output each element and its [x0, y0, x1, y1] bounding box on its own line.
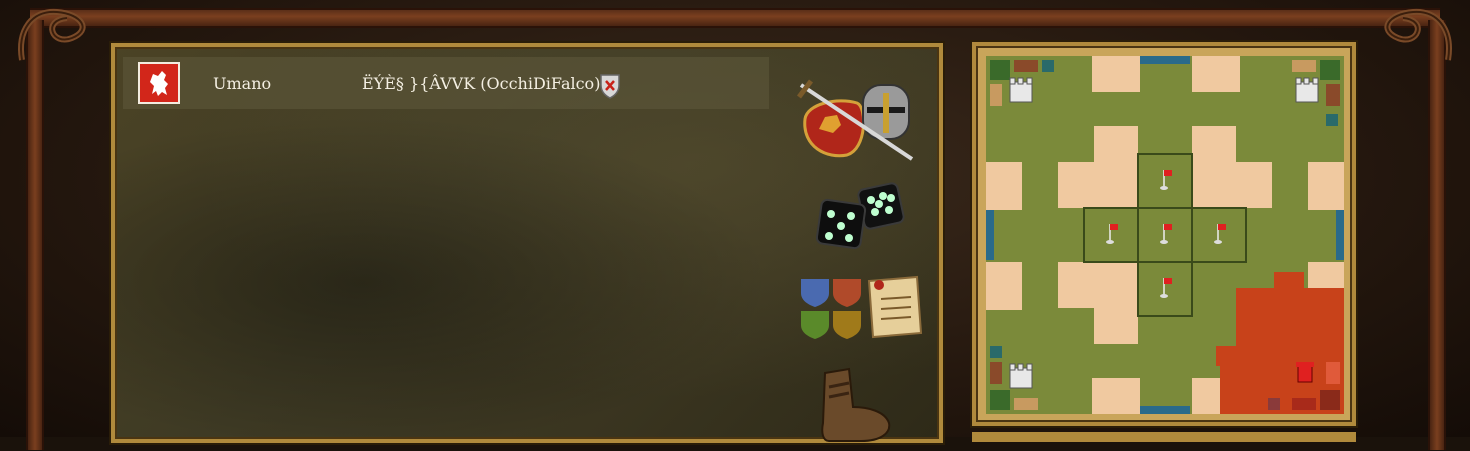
battle-options-button[interactable] — [797, 79, 917, 164]
lion-rampant-icon — [150, 71, 168, 96]
lobby-players-panel: Umano ËÝÈ§ }{ÂVVK (OcchiDiFalco) — [111, 43, 943, 443]
random-settings-button[interactable] — [813, 182, 908, 252]
sword-helmet-shield-icon — [797, 79, 914, 161]
leave-game-button[interactable] — [815, 367, 895, 447]
faction-shields-scroll-icon — [801, 275, 923, 339]
celtic-knot-corner-icon — [18, 8, 86, 61]
castle-icon — [1009, 363, 1033, 389]
red-tower-icon — [1296, 362, 1314, 383]
wooden-frame-left-post — [26, 20, 44, 450]
shield-x-icon — [600, 74, 620, 99]
wooden-frame-top-beam — [30, 8, 1440, 28]
settings-panel-top-edge — [972, 432, 1356, 442]
castle-icon — [1295, 77, 1319, 103]
celtic-knot-corner-icon — [1384, 8, 1452, 61]
dice-icon — [815, 182, 905, 250]
player-name: Umano — [213, 74, 272, 93]
wooden-frame-right-post — [1428, 20, 1446, 450]
faction-emblem[interactable] — [138, 62, 180, 104]
minimap-panel[interactable] — [972, 42, 1356, 426]
boot-icon — [821, 367, 891, 442]
player-clan-tag: ËÝÈ§ }{ÂVVK (OcchiDiFalco) — [362, 74, 601, 93]
castle-icon — [1009, 77, 1033, 103]
team-selection-button[interactable] — [799, 275, 924, 345]
kick-player-button[interactable] — [599, 73, 621, 99]
minimap-preview — [986, 56, 1344, 414]
